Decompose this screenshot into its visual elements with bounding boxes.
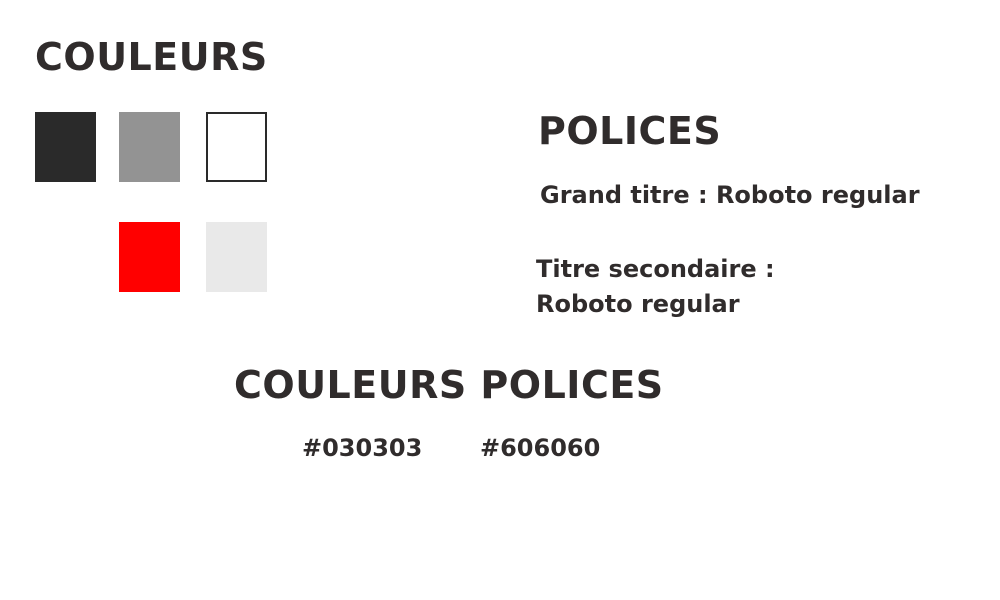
font-colors-section-title: COULEURS POLICES (234, 363, 664, 407)
color-swatch-light-gray (206, 222, 267, 292)
color-swatch-red (119, 222, 180, 292)
font-color-secondary-hex: #606060 (480, 434, 601, 462)
color-swatch-dark (35, 112, 96, 182)
fonts-section-title: POLICES (538, 109, 722, 153)
colors-section-title: COULEURS (35, 35, 268, 79)
main-title-font-label: Grand titre : Roboto regular (540, 181, 920, 209)
color-swatch-white (206, 112, 267, 182)
font-color-primary-hex: #030303 (302, 434, 423, 462)
secondary-title-font-value: Roboto regular (536, 290, 740, 318)
color-swatch-gray (119, 112, 180, 182)
secondary-title-font-label: Titre secondaire : (536, 255, 775, 283)
